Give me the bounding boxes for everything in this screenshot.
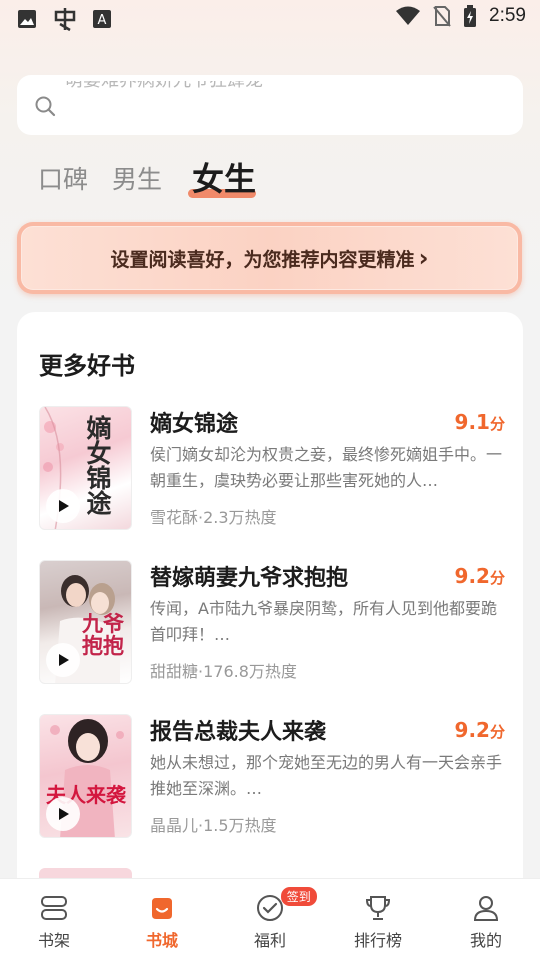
book-title: 报告总裁夫人来袭 bbox=[150, 720, 327, 745]
nav-ranking[interactable]: 排行榜 bbox=[324, 879, 432, 960]
profile-icon bbox=[473, 896, 499, 921]
book-description: 传闻，A市陆九爷暴戾阴鸷，所有人见到他都要跪首叩拜！… bbox=[150, 599, 497, 644]
chevron-right-icon: › bbox=[418, 244, 429, 272]
play-icon bbox=[59, 654, 69, 666]
app-icon bbox=[54, 8, 76, 32]
play-button[interactable] bbox=[46, 643, 80, 677]
reading-preference-button[interactable]: 设置阅读喜好，为您推荐内容更精准 › bbox=[21, 226, 518, 290]
status-right-icons: 2:59 bbox=[395, 5, 526, 27]
book-meta: 晶晶儿·1.5万热度 bbox=[150, 816, 277, 835]
nav-label: 福利 bbox=[253, 931, 286, 950]
no-sim-icon bbox=[433, 6, 451, 27]
tab-male[interactable]: 男生 bbox=[112, 160, 162, 196]
search-icon bbox=[35, 96, 56, 117]
svg-text:A: A bbox=[98, 13, 107, 28]
nav-rewards[interactable]: 签到 福利 bbox=[216, 879, 324, 960]
bottom-navigation: 书架 书城 签到 福利 排行榜 我的 bbox=[0, 878, 540, 960]
score-unit: 分 bbox=[489, 415, 505, 433]
book-description: 侯门嫡女却沦为权贵之妾，最终惨死嫡姐手中。一朝重生，虞玦势必要让那些害死她的人… bbox=[150, 445, 503, 490]
search-bar[interactable]: 萌妻难养病娇九爷狂肆宠 bbox=[17, 75, 523, 135]
score-value: 9.2 bbox=[454, 718, 490, 742]
play-icon bbox=[59, 500, 69, 512]
book-item[interactable]: 嫡女锦途 嫡女锦途 9.1分 侯门嫡女却沦为权贵之妾，最终惨死嫡姐手中。一朝重生… bbox=[39, 406, 505, 530]
play-button[interactable] bbox=[46, 489, 80, 523]
book-cover[interactable]: 夫人来袭 bbox=[39, 714, 132, 838]
book-cover[interactable]: 九爷抱抱 bbox=[39, 560, 132, 684]
bookshelf-icon bbox=[41, 896, 67, 920]
cover-title: 九爷抱抱 bbox=[82, 611, 124, 658]
status-left-icons: A bbox=[16, 6, 112, 32]
book-score: 9.2分 bbox=[455, 718, 505, 742]
nav-label: 我的 bbox=[469, 931, 502, 950]
tab-koubei[interactable]: 口碑 bbox=[38, 160, 88, 196]
book-score: 9.2分 bbox=[455, 564, 505, 588]
nav-label: 书架 bbox=[37, 931, 70, 950]
preference-label: 设置阅读喜好，为您推荐内容更精准 bbox=[110, 248, 415, 271]
book-item[interactable]: 九爷抱抱 替嫁萌妻九爷求抱抱 9.2分 传闻，A市陆九爷暴戾阴鸷，所有人见到他都… bbox=[39, 560, 505, 684]
nav-bookstore[interactable]: 书城 bbox=[108, 879, 216, 960]
book-meta: 甜甜糖·176.8万热度 bbox=[150, 662, 297, 681]
nav-bookshelf[interactable]: 书架 bbox=[0, 879, 108, 960]
cover-title: 嫡女锦途 bbox=[83, 415, 112, 515]
score-value: 9.2 bbox=[454, 564, 490, 588]
book-description: 她从未想过，那个宠她至无边的男人有一天会亲手推她至深渊。… bbox=[150, 753, 503, 798]
reading-preference-banner[interactable]: 设置阅读喜好，为您推荐内容更精准 › bbox=[17, 222, 522, 294]
score-unit: 分 bbox=[489, 569, 505, 587]
score-value: 9.1 bbox=[454, 410, 490, 434]
play-button[interactable] bbox=[46, 797, 80, 831]
play-icon bbox=[59, 808, 69, 820]
book-list: 嫡女锦途 嫡女锦途 9.1分 侯门嫡女却沦为权贵之妾，最终惨死嫡姐手中。一朝重生… bbox=[39, 406, 505, 868]
checkin-badge: 签到 bbox=[280, 887, 317, 906]
nav-label: 书城 bbox=[145, 931, 178, 950]
book-title: 嫡女锦途 bbox=[150, 412, 239, 437]
font-icon: A bbox=[93, 10, 111, 28]
more-books-card: 更多好书 嫡女锦途 嫡女锦途 9.1分 侯门嫡女却沦为权贵之妾，最终惨死嫡姐手中… bbox=[17, 312, 523, 932]
status-bar: A 2:59 bbox=[0, 0, 540, 36]
battery-icon bbox=[464, 5, 477, 27]
section-title: 更多好书 bbox=[39, 352, 135, 380]
search-placeholder: 萌妻难养病娇九爷狂肆宠 bbox=[65, 75, 263, 91]
book-item[interactable]: 夫人来袭 报告总裁夫人来袭 9.2分 她从未想过，那个宠她至无边的男人有一天会亲… bbox=[39, 714, 505, 838]
nav-profile[interactable]: 我的 bbox=[432, 879, 540, 960]
clock: 2:59 bbox=[489, 5, 526, 26]
book-cover[interactable]: 嫡女锦途 bbox=[39, 406, 132, 530]
bookstore-icon bbox=[152, 898, 172, 919]
trophy-icon bbox=[365, 896, 391, 920]
book-title: 替嫁萌妻九爷求抱抱 bbox=[150, 566, 349, 591]
wifi-icon bbox=[396, 6, 421, 25]
nav-label: 排行榜 bbox=[353, 931, 402, 950]
book-meta: 雪花酥·2.3万热度 bbox=[150, 508, 277, 527]
tab-female[interactable]: 女生 bbox=[192, 154, 256, 200]
score-unit: 分 bbox=[489, 723, 505, 741]
book-score: 9.1分 bbox=[455, 410, 505, 434]
image-icon bbox=[18, 10, 36, 28]
